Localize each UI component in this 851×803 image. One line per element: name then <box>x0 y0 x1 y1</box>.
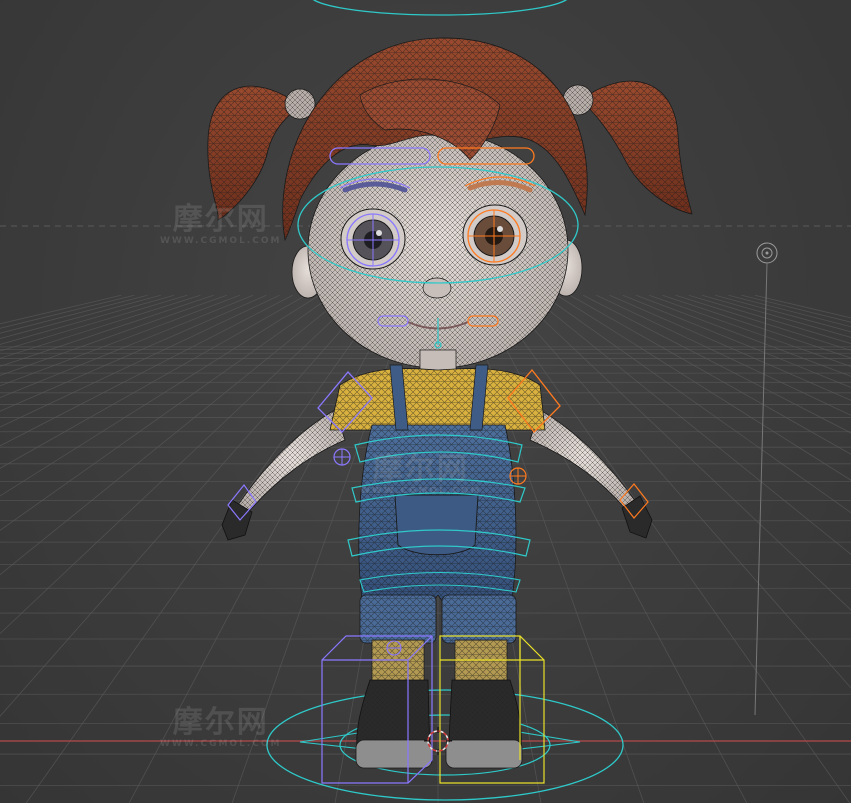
grid-line <box>0 294 241 387</box>
grid-line <box>649 294 851 368</box>
grid-line <box>0 294 188 352</box>
grid-line <box>530 294 851 555</box>
grid-line <box>0 294 373 717</box>
grid-line <box>0 294 135 329</box>
grid-line <box>728 294 851 328</box>
grid-line <box>701 294 851 338</box>
light-direction-line <box>754 262 768 716</box>
crosshair-target-icon[interactable] <box>756 242 778 264</box>
grid-line <box>0 294 346 576</box>
3d-viewport[interactable]: 摩尔网 WWW.CGMOL.COM 摩尔网 WWW.CGMOL.COM 摩尔网 … <box>0 0 851 803</box>
grid-line <box>609 294 851 401</box>
grid-line <box>754 294 851 319</box>
grid-line <box>0 294 148 334</box>
neck <box>419 349 457 373</box>
grid-line <box>0 294 307 469</box>
grid-line <box>0 294 227 376</box>
grid-line <box>0 294 267 412</box>
left-boot-sole <box>355 739 433 769</box>
grid-line <box>596 294 851 416</box>
grid-line <box>543 294 851 514</box>
nose <box>422 277 452 299</box>
grid-line <box>0 294 320 497</box>
viewport-scene[interactable] <box>0 0 851 803</box>
grid-line <box>688 294 851 344</box>
grid-line <box>25 295 386 803</box>
grid-line <box>0 294 333 531</box>
right-eye[interactable] <box>462 204 528 266</box>
grid-line <box>715 294 851 333</box>
right-boot-sole <box>445 739 523 769</box>
grid-line <box>0 294 201 359</box>
left-elbow-target[interactable] <box>333 448 351 466</box>
top-root-controller[interactable] <box>310 0 570 16</box>
grid-line <box>516 294 851 611</box>
grid-line <box>0 294 293 447</box>
right-elbow-target[interactable] <box>509 467 527 485</box>
grid-line <box>622 294 851 388</box>
grid-line <box>675 294 851 351</box>
grid-line <box>490 295 851 803</box>
grid-line <box>128 295 399 803</box>
grid-line <box>0 294 280 428</box>
grid-line <box>477 295 748 803</box>
grid-line <box>662 294 851 359</box>
grid-line <box>0 294 122 325</box>
grid-line <box>635 294 851 377</box>
